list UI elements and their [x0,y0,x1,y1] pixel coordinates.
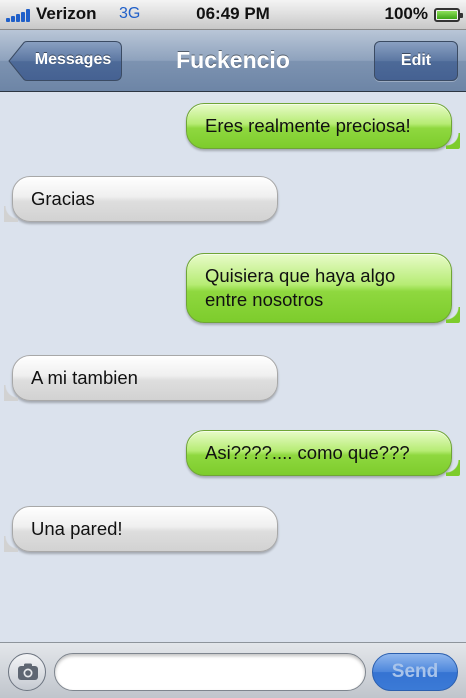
received-message-bubble[interactable]: Una pared! [4,506,278,552]
message-composer: Send [0,642,466,698]
battery-icon [434,8,463,22]
send-button[interactable]: Send [372,653,458,691]
camera-icon [18,663,38,680]
status-bar: Verizon 3G 06:49 PM 100% [0,0,466,30]
sent-message-bubble[interactable]: Asi????.... como que??? [186,430,460,476]
nav-bar: Messages Fuckencio Edit [0,30,466,92]
received-message-bubble[interactable]: A mi tambien [4,355,278,401]
message-input[interactable] [54,653,366,691]
received-message-bubble[interactable]: Gracias [4,176,278,222]
battery-percentage: 100% [384,4,428,23]
battery-fill [437,11,457,19]
camera-button[interactable] [8,653,46,691]
sent-message-bubble[interactable]: Eres realmente preciosa! [186,103,460,149]
edit-button[interactable]: Edit [374,41,458,81]
sent-message-bubble[interactable]: Quisiera que haya algo entre nosotros [186,253,460,323]
